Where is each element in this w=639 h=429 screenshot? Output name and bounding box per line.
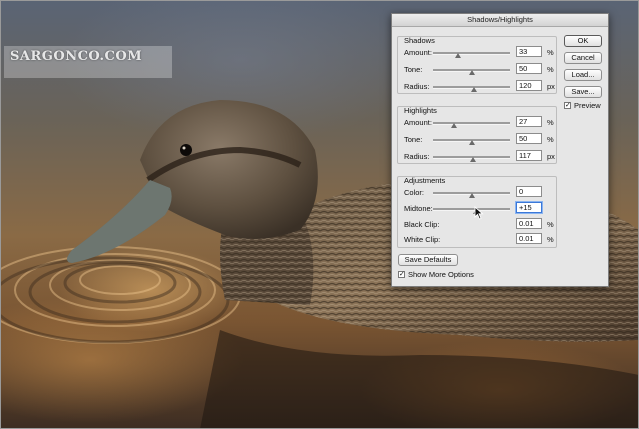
shadows-tone-row: Tone: 50 % <box>398 62 558 76</box>
preview-checkbox[interactable]: ✓ <box>564 102 571 109</box>
shadows-amount-slider[interactable] <box>433 52 510 55</box>
highlights-group: Highlights Amount: 27 % Tone: 50 % Radiu… <box>397 106 557 164</box>
adjustments-color-label: Color: <box>404 188 425 197</box>
ok-button[interactable]: OK <box>564 35 602 47</box>
show-more-options-label: Show More Options <box>408 270 474 279</box>
highlights-tone-label: Tone: <box>404 135 423 144</box>
adjustments-color-slider-thumb[interactable] <box>468 193 475 198</box>
mouse-cursor-icon <box>474 206 484 220</box>
shadows-radius-unit: px <box>547 82 555 91</box>
checkmark-icon: ✓ <box>399 271 405 278</box>
load-button[interactable]: Load... <box>564 69 602 81</box>
shadows-tone-slider-thumb[interactable] <box>468 70 475 75</box>
highlights-tone-slider-thumb[interactable] <box>468 140 475 145</box>
adjustments-white-clip-input[interactable]: 0.01 <box>516 233 542 244</box>
adjustments-midtone-slider[interactable] <box>433 208 510 211</box>
adjustments-white-clip-label: White Clip: <box>404 235 441 244</box>
adjustments-white-clip-row: White Clip: 0.01 % <box>398 232 558 246</box>
highlights-amount-input[interactable]: 27 <box>516 116 542 127</box>
adjustments-midtone-label: Midtone: <box>404 204 433 213</box>
highlights-tone-input[interactable]: 50 <box>516 133 542 144</box>
shadows-group-title: Shadows <box>404 36 435 45</box>
show-more-options-checkbox[interactable]: ✓ <box>398 271 405 278</box>
highlights-radius-row: Radius: 117 px <box>398 149 558 163</box>
highlights-amount-label: Amount: <box>404 118 432 127</box>
highlights-radius-unit: px <box>547 152 555 161</box>
adjustments-color-input[interactable]: 0 <box>516 186 542 197</box>
highlights-group-title: Highlights <box>404 106 437 115</box>
highlights-tone-unit: % <box>547 135 554 144</box>
shadows-tone-unit: % <box>547 65 554 74</box>
highlights-amount-row: Amount: 27 % <box>398 115 558 129</box>
shadows-radius-label: Radius: <box>404 82 430 91</box>
dialog-title[interactable]: Shadows/Highlights <box>392 14 608 27</box>
shadows-radius-row: Radius: 120 px <box>398 79 558 93</box>
shadows-amount-label: Amount: <box>404 48 432 57</box>
shadows-highlights-dialog: Shadows/Highlights Shadows Amount: 33 % … <box>391 13 609 287</box>
shadows-amount-unit: % <box>547 48 554 57</box>
adjustments-group-title: Adjustments <box>404 176 446 185</box>
adjustments-black-clip-unit: % <box>547 220 554 229</box>
adjustments-black-clip-label: Black Clip: <box>404 220 440 229</box>
shadows-group: Shadows Amount: 33 % Tone: 50 % Radius: … <box>397 36 557 94</box>
shadows-amount-row: Amount: 33 % <box>398 45 558 59</box>
adjustments-white-clip-unit: % <box>547 235 554 244</box>
shadows-amount-slider-thumb[interactable] <box>455 53 462 58</box>
shadows-tone-label: Tone: <box>404 65 423 74</box>
highlights-radius-input[interactable]: 117 <box>516 150 542 161</box>
highlights-amount-slider[interactable] <box>433 122 510 125</box>
highlights-amount-slider-thumb[interactable] <box>450 123 457 128</box>
highlights-amount-unit: % <box>547 118 554 127</box>
shadows-radius-slider-thumb[interactable] <box>470 87 477 92</box>
shadows-tone-input[interactable]: 50 <box>516 63 542 74</box>
shadows-amount-input[interactable]: 33 <box>516 46 542 57</box>
adjustments-color-row: Color: 0 <box>398 185 558 199</box>
highlights-radius-slider-thumb[interactable] <box>470 157 477 162</box>
adjustments-midtone-input[interactable]: +15 <box>516 202 542 213</box>
save-defaults-button[interactable]: Save Defaults <box>398 254 458 266</box>
preview-label: Preview <box>574 101 601 110</box>
adjustments-black-clip-input[interactable]: 0.01 <box>516 218 542 229</box>
save-button[interactable]: Save... <box>564 86 602 98</box>
highlights-tone-row: Tone: 50 % <box>398 132 558 146</box>
shadows-radius-input[interactable]: 120 <box>516 80 542 91</box>
checkmark-icon: ✓ <box>565 102 571 109</box>
highlights-radius-label: Radius: <box>404 152 430 161</box>
watermark: SARGONCO.COM <box>4 46 172 78</box>
cancel-button[interactable]: Cancel <box>564 52 602 64</box>
